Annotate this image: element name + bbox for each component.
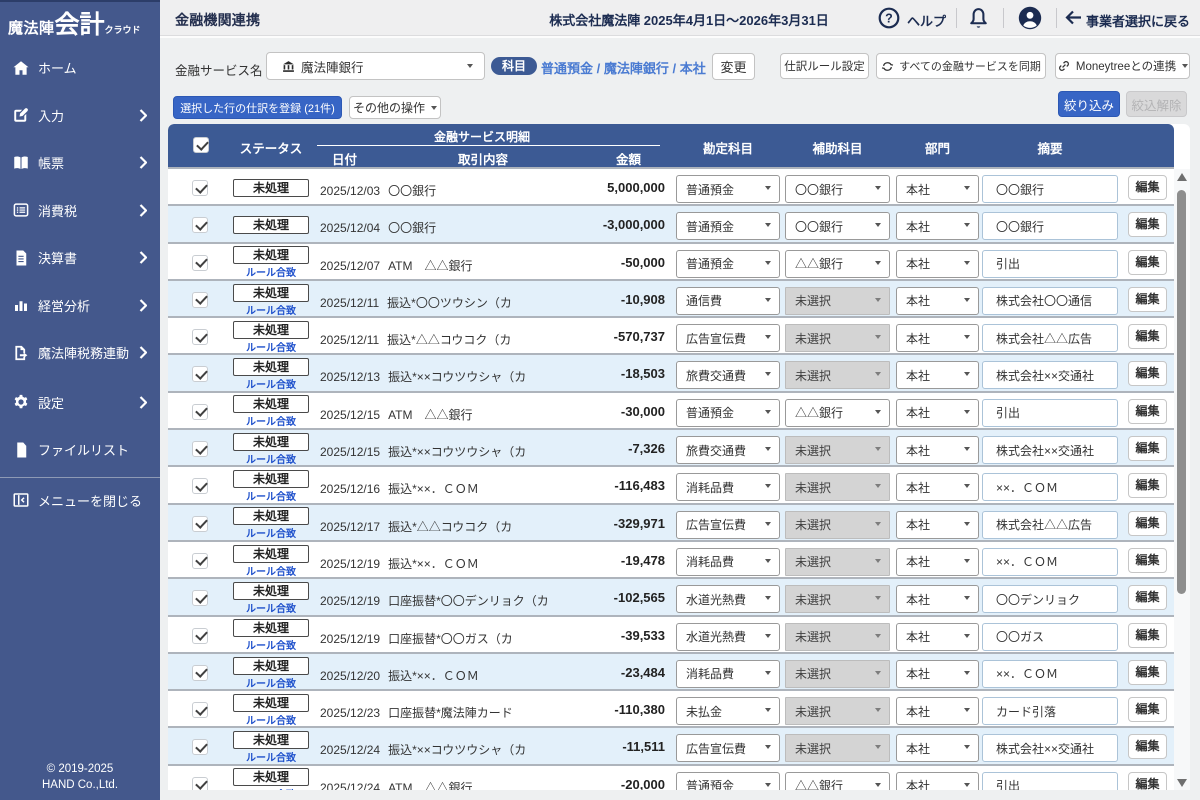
svg-text:?: ? <box>885 12 893 26</box>
